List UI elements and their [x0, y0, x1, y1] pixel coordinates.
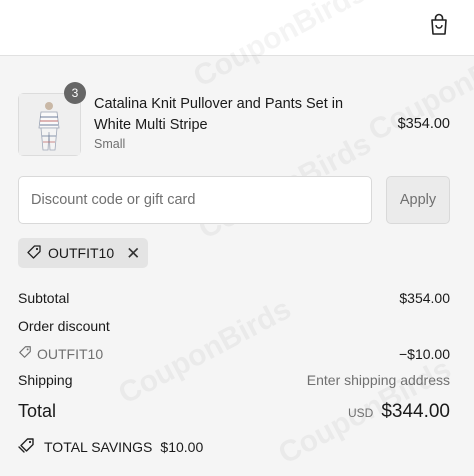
- product-price: $354.00: [397, 116, 450, 132]
- total-label: Total: [18, 401, 57, 421]
- shipping-value: Enter shipping address: [306, 372, 450, 388]
- product-variant: Small: [94, 137, 126, 151]
- discount-code-line: OUTFIT10: [18, 345, 103, 362]
- subtotal-label: Subtotal: [18, 290, 70, 306]
- order-discount-row: Order discount: [18, 318, 450, 334]
- currency-code: USD: [347, 406, 374, 420]
- discount-code-label: OUTFIT10: [37, 345, 104, 362]
- subtotal-row: Subtotal $354.00: [18, 290, 450, 306]
- applied-discount-chip: OUTFIT10 ✕: [18, 238, 149, 268]
- total-savings-value: $10.00: [160, 438, 204, 455]
- discount-code-row: OUTFIT10 −$10.00: [18, 345, 450, 362]
- top-bar: [0, 0, 474, 56]
- quantity-badge: 3: [64, 82, 86, 104]
- total-savings-label: TOTAL SAVINGS: [44, 438, 153, 455]
- savings-tag-icon: [18, 437, 36, 456]
- applied-discount-code: OUTFIT10: [48, 245, 115, 261]
- shipping-label: Shipping: [18, 372, 73, 388]
- close-icon[interactable]: ✕: [126, 245, 140, 262]
- discount-value: −$10.00: [399, 346, 450, 362]
- tag-icon: [18, 345, 32, 362]
- discount-code-input[interactable]: [18, 176, 372, 224]
- total-row: Total USD $344.00: [18, 401, 450, 423]
- total-savings: TOTAL SAVINGS $10.00: [18, 437, 203, 456]
- order-discount-label: Order discount: [18, 318, 110, 334]
- total-value: $344.00: [381, 401, 450, 422]
- apply-button[interactable]: Apply: [386, 176, 450, 224]
- shipping-row: Shipping Enter shipping address: [18, 372, 450, 388]
- tag-icon: [26, 244, 42, 263]
- subtotal-value: $354.00: [399, 290, 450, 306]
- product-name: Catalina Knit Pullover and Pants Set in …: [94, 96, 344, 133]
- shopping-bag-icon[interactable]: [428, 12, 450, 36]
